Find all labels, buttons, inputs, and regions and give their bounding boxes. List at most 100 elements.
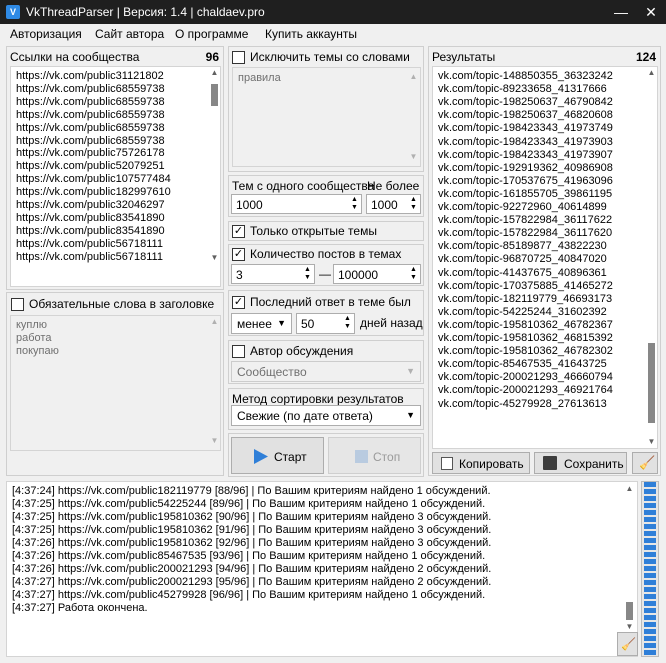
keywords-checkbox[interactable] — [11, 298, 24, 311]
spinner-arrows-icon[interactable]: ▲ ▼ — [343, 315, 352, 331]
result-item[interactable]: vk.com/topic-85189877_43822230 — [438, 240, 607, 253]
results-scrollbar[interactable]: ▲ ▼ — [646, 67, 657, 448]
log-line[interactable]: [4:37:26] https://vk.com/public85467535 … — [12, 550, 485, 563]
result-item[interactable]: vk.com/topic-41437675_40896361 — [438, 267, 607, 280]
result-item[interactable]: vk.com/topic-89233658_41317666 — [438, 83, 607, 96]
link-item[interactable]: https://vk.com/public68559738 — [16, 96, 165, 109]
result-item[interactable]: vk.com/topic-198423343_41973749 — [438, 122, 613, 135]
result-item[interactable]: vk.com/topic-148850355_36323242 — [438, 70, 613, 83]
copy-button[interactable]: Копировать — [432, 452, 530, 474]
scroll-thumb[interactable] — [648, 343, 655, 423]
link-item[interactable]: https://vk.com/public31121802 — [16, 70, 164, 83]
scroll-thumb[interactable] — [626, 602, 633, 620]
link-item[interactable]: https://vk.com/public182997610 — [16, 186, 171, 199]
result-item[interactable]: vk.com/topic-54225244_31602392 — [438, 306, 607, 319]
exclude-checkbox[interactable] — [232, 51, 245, 64]
sort-select[interactable]: Свежие (по дате ответа) ▼ — [231, 405, 421, 426]
link-item[interactable]: https://vk.com/public32046297 — [16, 199, 165, 212]
spinner-arrows-icon[interactable]: ▲ ▼ — [303, 266, 312, 282]
log-line[interactable]: [4:37:27] https://vk.com/public200021293… — [12, 576, 491, 589]
links-scrollbar[interactable]: ▲ ▼ — [209, 67, 220, 286]
clear-log-button[interactable]: 🧹 — [617, 632, 638, 656]
result-item[interactable]: vk.com/topic-195810362_46782367 — [438, 319, 613, 332]
exclude-textarea[interactable]: правила ▲ ▼ — [232, 67, 421, 167]
only-open-checkbox[interactable]: ✓ — [232, 225, 245, 238]
last-reply-mode-select[interactable]: менее ▼ — [231, 313, 292, 334]
log-line[interactable]: [4:37:26] https://vk.com/public200021293… — [12, 563, 491, 576]
per-group-spinner[interactable]: 1000 ▲ ▼ — [231, 194, 362, 214]
link-item[interactable]: https://vk.com/public68559738 — [16, 109, 165, 122]
scroll-thumb[interactable] — [211, 84, 218, 106]
result-item[interactable]: vk.com/topic-161855705_39861195 — [438, 188, 612, 201]
result-item[interactable]: vk.com/topic-198423343_41973903 — [438, 136, 613, 149]
log-line[interactable]: [4:37:25] https://vk.com/public195810362… — [12, 524, 491, 537]
result-item[interactable]: vk.com/topic-157822984_36117622 — [438, 214, 612, 227]
result-item[interactable]: vk.com/topic-182119779_46693173 — [438, 293, 612, 306]
link-item[interactable]: https://vk.com/public52079251 — [16, 160, 165, 173]
post-from-spinner[interactable]: 3 ▲ ▼ — [231, 264, 315, 284]
start-button[interactable]: Старт — [231, 437, 324, 474]
spinner-arrows-icon[interactable]: ▲ ▼ — [409, 266, 418, 282]
scroll-down-icon[interactable]: ▼ — [624, 622, 635, 632]
log-line[interactable]: [4:37:27] https://vk.com/public45279928 … — [12, 589, 485, 602]
close-button[interactable]: ✕ — [636, 0, 666, 24]
result-item[interactable]: vk.com/topic-198250637_46790842 — [438, 96, 613, 109]
log-line[interactable]: [4:37:26] https://vk.com/public195810362… — [12, 537, 491, 550]
link-item[interactable]: https://vk.com/public68559738 — [16, 135, 165, 148]
result-item[interactable]: vk.com/topic-195810362_46815392 — [438, 332, 613, 345]
clear-results-button[interactable]: 🧹 — [632, 452, 658, 474]
link-item[interactable]: https://vk.com/public56718111 — [16, 251, 163, 264]
scroll-up-icon[interactable]: ▲ — [646, 68, 657, 78]
link-item[interactable]: https://vk.com/public68559738 — [16, 122, 165, 135]
spinner-arrows-icon[interactable]: ▲ ▼ — [350, 196, 359, 212]
result-item[interactable]: vk.com/topic-198423343_41973907 — [438, 149, 613, 162]
scroll-up-icon[interactable]: ▲ — [624, 484, 635, 494]
scroll-down-icon[interactable]: ▼ — [408, 152, 419, 162]
minimize-button[interactable]: — — [606, 0, 636, 24]
result-item[interactable]: vk.com/topic-192919362_40986908 — [438, 162, 613, 175]
menu-about[interactable]: О программе — [175, 27, 248, 41]
max-spinner[interactable]: 1000 ▲ ▼ — [366, 194, 421, 214]
scroll-down-icon[interactable]: ▼ — [209, 436, 220, 446]
log-scrollbar[interactable]: ▲ ▼ — [624, 482, 635, 656]
link-item[interactable]: https://vk.com/public56718111 — [16, 238, 163, 251]
keywords-scrollbar[interactable]: ▲ ▼ — [209, 316, 220, 450]
keywords-list[interactable]: куплю работа покупаю ▲ ▼ — [10, 315, 221, 451]
result-item[interactable]: vk.com/topic-195810362_46782302 — [438, 345, 613, 358]
menu-author-site[interactable]: Сайт автора — [95, 27, 164, 41]
link-item[interactable]: https://vk.com/public83541890 — [16, 225, 165, 238]
days-spinner[interactable]: 50 ▲ ▼ — [296, 313, 355, 334]
result-item[interactable]: vk.com/topic-170375885_41465272 — [438, 280, 613, 293]
result-item[interactable]: vk.com/topic-85467535_41643725 — [438, 358, 607, 371]
link-item[interactable]: https://vk.com/public68559738 — [16, 83, 165, 96]
link-item[interactable]: https://vk.com/public75726178 — [16, 147, 165, 160]
result-item[interactable]: vk.com/topic-170537675_41963096 — [438, 175, 613, 188]
link-item[interactable]: https://vk.com/public107577484 — [16, 173, 171, 186]
log-box[interactable]: [4:37:24] https://vk.com/public182119779… — [6, 481, 638, 657]
link-item[interactable]: https://vk.com/public83541890 — [16, 212, 165, 225]
menu-buy-accounts[interactable]: Купить аккаунты — [265, 27, 357, 41]
post-count-checkbox[interactable]: ✓ — [232, 248, 245, 261]
post-to-spinner[interactable]: 100000 ▲ ▼ — [333, 264, 421, 284]
result-item[interactable]: vk.com/topic-200021293_46921764 — [438, 384, 613, 397]
result-item[interactable]: vk.com/topic-157822984_36117620 — [438, 227, 612, 240]
save-button[interactable]: Сохранить — [534, 452, 627, 474]
scroll-up-icon[interactable]: ▲ — [209, 317, 220, 327]
scroll-up-icon[interactable]: ▲ — [209, 68, 220, 78]
scroll-down-icon[interactable]: ▼ — [209, 253, 220, 263]
last-reply-checkbox[interactable]: ✓ — [232, 296, 245, 309]
results-list[interactable]: vk.com/topic-148850355_36323242 vk.com/to… — [432, 66, 658, 449]
result-item[interactable]: vk.com/topic-96870725_40847020 — [438, 253, 607, 266]
links-list[interactable]: https://vk.com/public31121802 https://vk.… — [10, 66, 221, 287]
result-item[interactable]: vk.com/topic-92272960_40614899 — [438, 201, 607, 214]
log-line[interactable]: [4:37:27] Работа окончена. — [12, 602, 148, 615]
author-checkbox[interactable] — [232, 345, 245, 358]
result-item[interactable]: vk.com/topic-45279928_27613613 — [438, 398, 607, 411]
author-select[interactable]: Сообщество ▼ — [231, 361, 421, 382]
log-line[interactable]: [4:37:25] https://vk.com/public54225244 … — [12, 498, 485, 511]
log-line[interactable]: [4:37:25] https://vk.com/public195810362… — [12, 511, 491, 524]
result-item[interactable]: vk.com/topic-200021293_46660794 — [438, 371, 613, 384]
log-line[interactable]: [4:37:24] https://vk.com/public182119779… — [12, 485, 491, 498]
scroll-down-icon[interactable]: ▼ — [646, 437, 657, 447]
result-item[interactable]: vk.com/topic-198250637_46820608 — [438, 109, 613, 122]
